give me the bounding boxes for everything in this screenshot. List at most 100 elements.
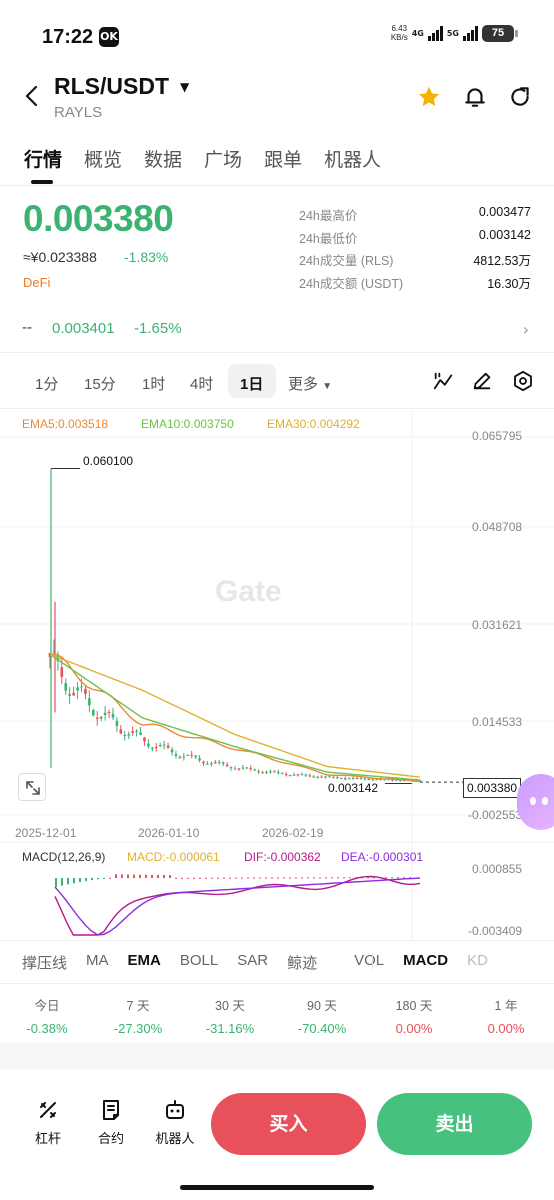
candle-body bbox=[206, 763, 209, 765]
candle-body bbox=[178, 756, 182, 758]
section-gap bbox=[0, 1042, 554, 1070]
ema5-legend: EMA5:0.003518 bbox=[22, 417, 109, 431]
macd-bar bbox=[145, 874, 147, 878]
interval-1h[interactable]: 1时 bbox=[142, 373, 165, 394]
perf-value: 0.00% bbox=[487, 1021, 525, 1036]
macd-bar bbox=[403, 877, 405, 879]
candle-body bbox=[131, 731, 134, 733]
tab-copy-trade[interactable]: 跟单 bbox=[264, 145, 302, 172]
indicator-boll[interactable]: BOLL bbox=[180, 952, 218, 973]
network-speed-value: 6.43 bbox=[391, 24, 408, 33]
interval-more[interactable]: 更多 ▼ bbox=[288, 373, 332, 394]
page-tabs: 行情 概览 数据 广场 跟单 机器人 bbox=[24, 145, 403, 172]
candle-body bbox=[363, 778, 367, 780]
perf-label: 今日 bbox=[34, 999, 60, 1013]
bot-button[interactable]: 机器人 bbox=[145, 1098, 205, 1147]
tab-data[interactable]: 数据 bbox=[144, 145, 182, 172]
indicator-kd[interactable]: KD bbox=[467, 952, 488, 973]
candle-body bbox=[261, 772, 264, 774]
macd-bar bbox=[397, 877, 399, 879]
share-icon[interactable] bbox=[507, 84, 533, 110]
y-tick: 0.031621 bbox=[472, 618, 523, 632]
interval-15m[interactable]: 15分 bbox=[84, 373, 116, 394]
price-change: -1.83% bbox=[124, 249, 169, 265]
macd-bar bbox=[169, 875, 171, 878]
bell-icon[interactable] bbox=[462, 84, 488, 110]
caret-down-icon[interactable]: ▼ bbox=[180, 80, 189, 94]
indicator-ema[interactable]: EMA bbox=[128, 952, 161, 973]
macd-bar bbox=[133, 874, 135, 878]
indicator-vol[interactable]: VOL bbox=[354, 952, 384, 973]
macd-bar bbox=[175, 877, 177, 879]
macd-bar bbox=[85, 878, 87, 882]
chevron-right-icon[interactable]: › bbox=[523, 320, 529, 339]
macd-bar bbox=[253, 877, 255, 879]
tab-overview[interactable]: 概览 bbox=[84, 145, 122, 172]
pair-title[interactable]: RLS/USDT bbox=[54, 73, 169, 100]
signal-icon-2 bbox=[463, 25, 478, 41]
settings-icon[interactable] bbox=[512, 370, 534, 392]
indicator-support-resistance[interactable]: 撑压线 bbox=[22, 952, 67, 973]
leverage-icon bbox=[40, 1102, 56, 1118]
macd-bar bbox=[241, 877, 243, 879]
candle-body bbox=[186, 754, 190, 756]
candle-body bbox=[91, 709, 95, 716]
interval-1d[interactable]: 1日 bbox=[240, 373, 263, 394]
divider bbox=[0, 352, 554, 353]
index-price[interactable]: 0.003401 bbox=[52, 320, 115, 337]
indicator-sar[interactable]: SAR bbox=[237, 952, 268, 973]
back-icon[interactable] bbox=[20, 84, 44, 108]
candle-body bbox=[84, 688, 87, 694]
macd-legend-name: MACD(12,26,9) bbox=[22, 850, 106, 864]
macd-bar bbox=[205, 877, 207, 879]
last-price: 0.003380 bbox=[23, 198, 174, 239]
indicator-icon[interactable] bbox=[432, 370, 454, 392]
candle-body bbox=[253, 769, 256, 771]
category-tag[interactable]: DeFi bbox=[23, 275, 50, 290]
y-tick: -0.002553 bbox=[468, 808, 523, 822]
candle-body bbox=[135, 730, 138, 732]
tab-market[interactable]: 行情 bbox=[24, 145, 62, 172]
candle-body bbox=[95, 717, 99, 719]
leverage-button[interactable]: 杠杆 bbox=[18, 1098, 78, 1147]
y-tick: 0.065795 bbox=[472, 429, 523, 443]
macd-bar bbox=[121, 874, 123, 878]
sell-button[interactable]: 卖出 bbox=[377, 1093, 532, 1155]
candle-body bbox=[151, 747, 154, 749]
candle-body bbox=[115, 720, 119, 727]
perf-180d: 180 天 0.00% bbox=[374, 995, 454, 1036]
candle-body bbox=[249, 767, 253, 769]
macd-bar bbox=[235, 877, 237, 879]
assistant-bubble[interactable] bbox=[517, 774, 554, 830]
indicator-ma[interactable]: MA bbox=[86, 952, 109, 973]
macd-bar bbox=[325, 877, 327, 879]
macd-bar bbox=[163, 875, 165, 878]
candle-body bbox=[221, 762, 225, 764]
indicator-whale[interactable]: 鲸迹 bbox=[287, 952, 317, 973]
candle-body bbox=[88, 698, 91, 706]
perf-7d: 7 天 -27.30% bbox=[98, 995, 178, 1036]
draw-pen-icon[interactable] bbox=[471, 370, 493, 392]
interval-4h[interactable]: 4时 bbox=[190, 373, 213, 394]
candle-body bbox=[174, 754, 178, 757]
tab-square[interactable]: 广场 bbox=[204, 145, 242, 172]
contract-button[interactable]: 合约 bbox=[81, 1098, 141, 1147]
candle-body bbox=[103, 712, 107, 715]
index-change[interactable]: -1.65% bbox=[134, 320, 182, 337]
macd-bar bbox=[61, 878, 63, 886]
candle-body bbox=[316, 776, 319, 778]
status-time: 17:22 bbox=[42, 26, 94, 48]
candle-body bbox=[245, 767, 249, 769]
candle-body bbox=[284, 774, 288, 776]
macd-bar bbox=[91, 878, 93, 881]
tab-bot[interactable]: 机器人 bbox=[324, 145, 381, 172]
caret-down-icon: ▼ bbox=[322, 381, 333, 392]
perf-value: 0.00% bbox=[395, 1021, 433, 1036]
interval-1m[interactable]: 1分 bbox=[35, 373, 58, 394]
buy-button[interactable]: 买入 bbox=[211, 1093, 366, 1155]
star-icon[interactable] bbox=[416, 84, 442, 110]
indicator-macd[interactable]: MACD bbox=[403, 952, 448, 973]
status-indicators: 6.43 KB/s 4G 5G 75 bbox=[391, 24, 518, 42]
fullscreen-button[interactable] bbox=[18, 773, 46, 801]
perf-value: -70.40% bbox=[297, 1021, 347, 1036]
